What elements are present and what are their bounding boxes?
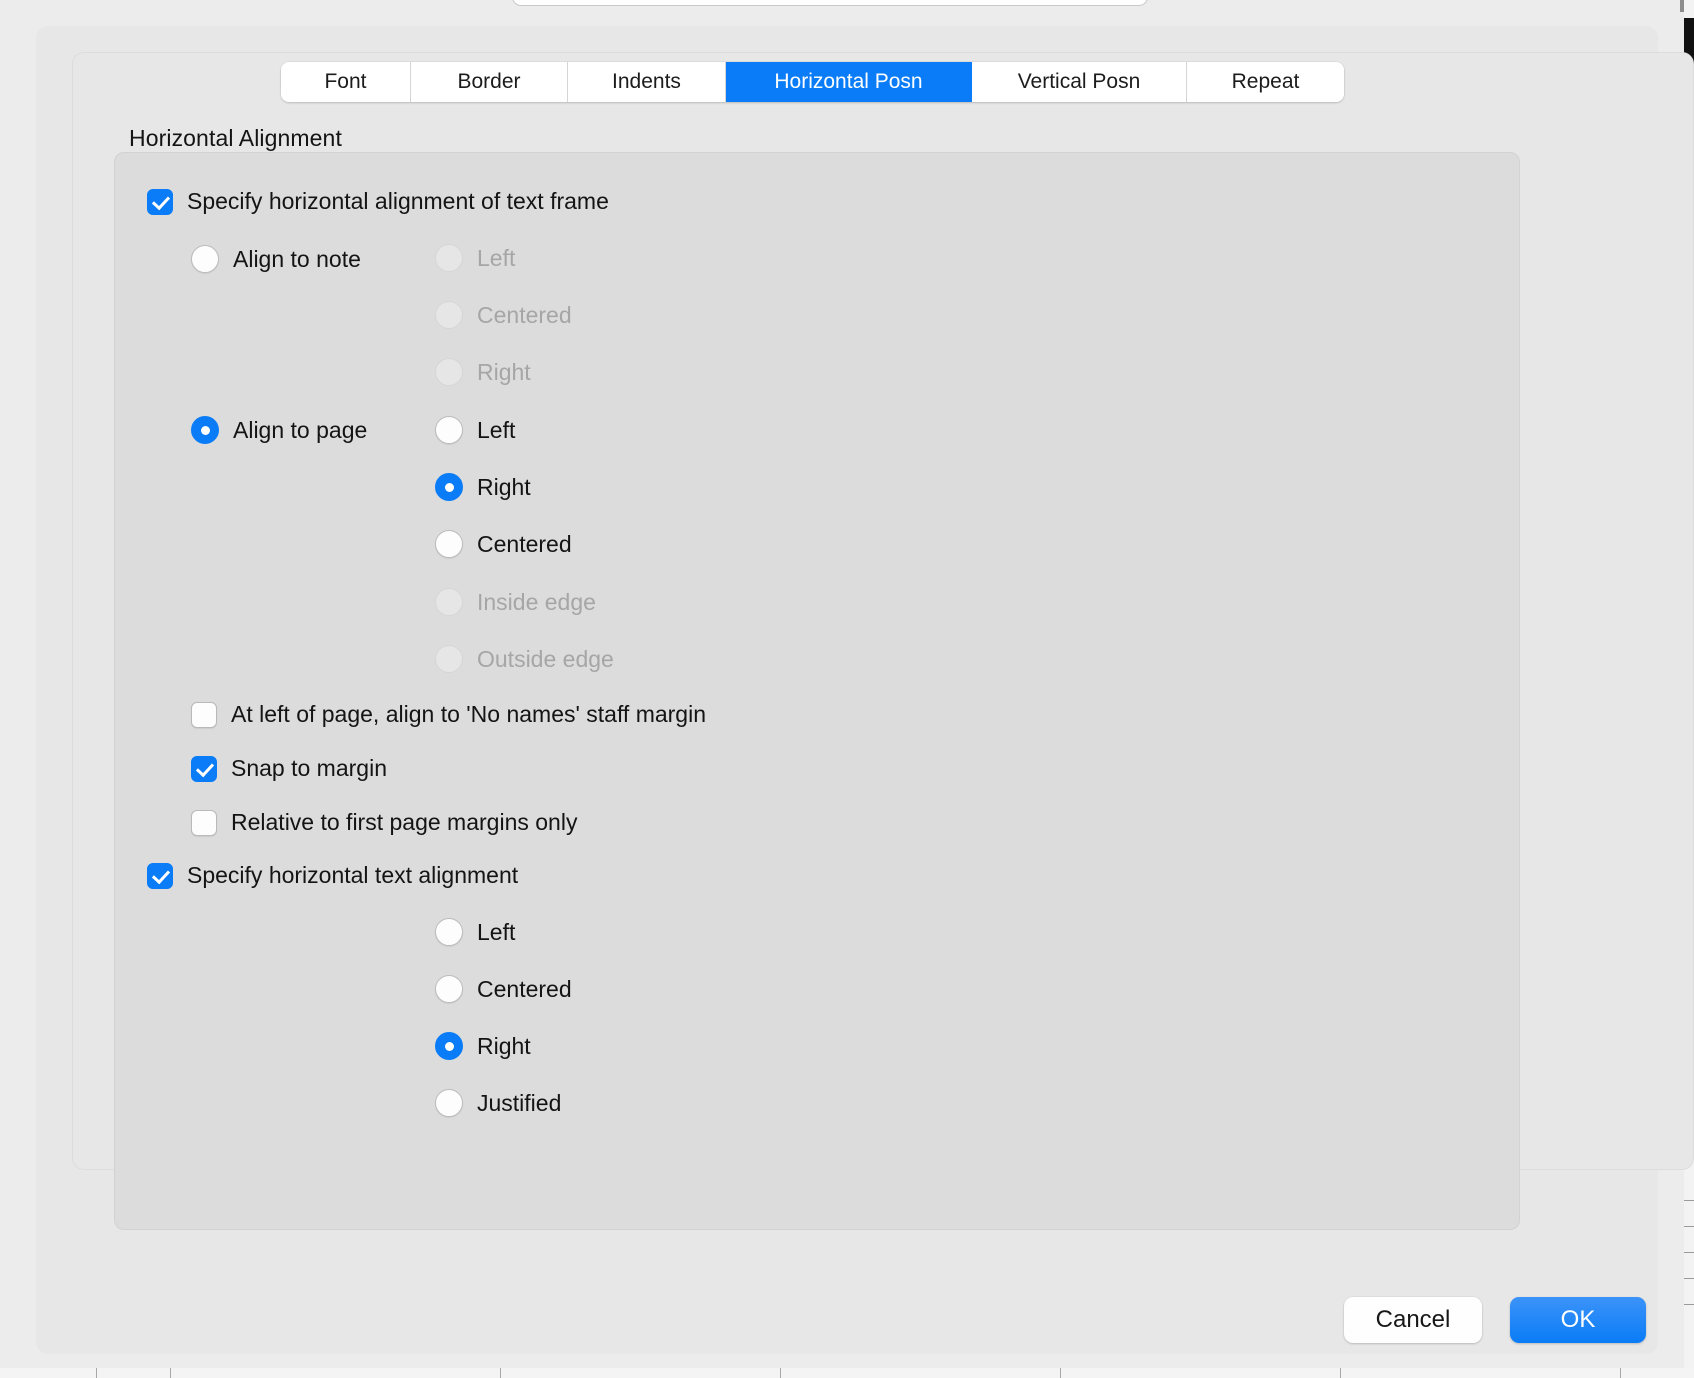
radio-note-right-circle [435,358,463,386]
radio-page-right[interactable]: Right [435,473,531,501]
tab-horizontal-posn[interactable]: Horizontal Posn [726,62,972,102]
checkbox-specify-frame-alignment-box[interactable] [147,188,173,215]
tab-repeat[interactable]: Repeat [1187,62,1344,102]
radio-note-centered-label: Centered [477,301,572,328]
radio-page-outside-edge-circle [435,645,463,673]
radio-page-left-circle[interactable] [435,416,463,444]
checkbox-relative-first-page-margins-label: Relative to first page margins only [231,809,578,835]
radio-text-right-label: Right [477,1032,531,1059]
radio-align-to-page-label: Align to page [233,416,368,443]
radio-text-left[interactable]: Left [435,918,515,946]
radio-text-centered-circle[interactable] [435,975,463,1003]
tab-indents[interactable]: Indents [568,62,726,102]
radio-align-to-page-circle[interactable] [191,416,219,444]
radio-page-outside-edge: Outside edge [435,645,614,673]
radio-page-inside-edge: Inside edge [435,588,596,616]
radio-note-right: Right [435,358,531,386]
radio-align-to-note-circle[interactable] [191,245,219,273]
group-title-horizontal-alignment: Horizontal Alignment [129,125,342,151]
radio-text-centered[interactable]: Centered [435,975,572,1003]
radio-page-outside-edge-label: Outside edge [477,645,614,672]
radio-align-to-page[interactable]: Align to page [191,416,367,444]
radio-page-centered-circle[interactable] [435,530,463,558]
radio-note-left-circle [435,244,463,272]
checkbox-no-names-staff-margin-box[interactable] [191,701,217,728]
horizontal-alignment-group: Specify horizontal alignment of text fra… [114,152,1520,1230]
radio-align-to-note[interactable]: Align to note [191,245,361,273]
background-bottom-sliver [0,1368,1694,1378]
radio-text-justified[interactable]: Justified [435,1089,561,1117]
radio-note-centered-circle [435,301,463,329]
checkbox-snap-to-margin[interactable]: Snap to margin [191,755,387,782]
checkbox-specify-frame-alignment-label: Specify horizontal alignment of text fra… [187,188,609,214]
checkbox-specify-text-alignment-box[interactable] [147,862,173,889]
tab-border[interactable]: Border [411,62,568,102]
radio-page-left[interactable]: Left [435,416,515,444]
text-style-dialog: Font Border Indents Horizontal Posn Vert… [36,26,1694,1354]
tab-vertical-posn[interactable]: Vertical Posn [972,62,1187,102]
checkbox-relative-first-page-margins-box[interactable] [191,809,217,836]
radio-page-inside-edge-label: Inside edge [477,588,596,615]
radio-text-left-circle[interactable] [435,918,463,946]
radio-text-justified-label: Justified [477,1089,562,1116]
radio-text-right[interactable]: Right [435,1032,531,1060]
radio-note-right-label: Right [477,358,531,385]
checkbox-specify-text-alignment-label: Specify horizontal text alignment [187,862,519,888]
radio-text-justified-circle[interactable] [435,1089,463,1117]
radio-page-centered[interactable]: Centered [435,530,572,558]
checkbox-snap-to-margin-box[interactable] [191,755,217,782]
partially-visible-field-above[interactable] [512,0,1148,6]
tab-bar[interactable]: Font Border Indents Horizontal Posn Vert… [281,62,1344,102]
checkbox-specify-frame-alignment[interactable]: Specify horizontal alignment of text fra… [147,188,609,215]
cancel-button[interactable]: Cancel [1344,1297,1482,1343]
radio-page-inside-edge-circle [435,588,463,616]
radio-text-left-label: Left [477,918,516,945]
ok-button[interactable]: OK [1510,1297,1646,1343]
radio-note-left: Left [435,244,515,272]
checkbox-snap-to-margin-label: Snap to margin [231,755,387,781]
radio-text-centered-label: Centered [477,975,572,1002]
radio-page-left-label: Left [477,416,516,443]
radio-page-right-label: Right [477,473,531,500]
radio-note-left-label: Left [477,244,516,271]
radio-align-to-note-label: Align to note [233,245,361,272]
radio-text-right-circle[interactable] [435,1032,463,1060]
checkbox-relative-first-page-margins[interactable]: Relative to first page margins only [191,809,577,836]
checkbox-no-names-staff-margin-label: At left of page, align to 'No names' sta… [231,701,707,727]
radio-page-right-circle[interactable] [435,473,463,501]
screen: Font Border Indents Horizontal Posn Vert… [0,0,1694,1378]
radio-note-centered: Centered [435,301,572,329]
checkbox-specify-text-alignment[interactable]: Specify horizontal text alignment [147,862,518,889]
tab-font[interactable]: Font [281,62,411,102]
checkbox-no-names-staff-margin[interactable]: At left of page, align to 'No names' sta… [191,701,706,728]
radio-page-centered-label: Centered [477,530,572,557]
